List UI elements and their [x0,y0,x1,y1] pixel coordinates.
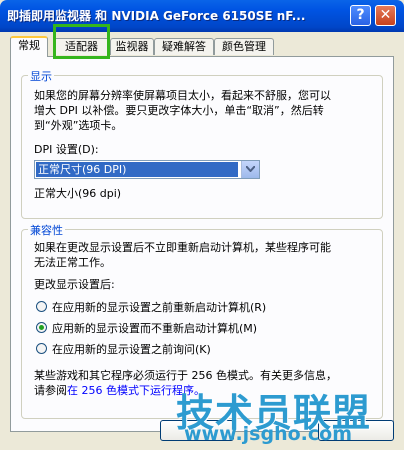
display-group: 显示 如果您的屏幕分辨率使屏幕项目太小，看起来不舒服，您可以 增大 DPI 以补… [21,68,383,219]
note-prefix: 请参阅 [34,384,67,397]
dpi-label: DPI 设置(D): [34,143,99,156]
help-button[interactable]: ? [350,5,371,26]
compat-desc-line1: 如果在更改显示设置后不立即重新启动计算机，某些程序可能 [34,241,331,254]
compatibility-legend: 兼容性 [28,222,65,238]
tab-color-management[interactable]: 颜色管理 [214,38,274,55]
chevron-down-icon [246,166,255,172]
dpi-selected-value: 正常尺寸(96 DPI) [36,162,238,177]
display-desc-line1: 如果您的屏幕分辨率使屏幕项目太小，看起来不舒服，您可以 [34,89,331,102]
close-button[interactable]: ✕ [375,5,396,26]
display-desc-line3: 到“外观”选项卡。 [34,119,123,132]
dropdown-arrow-button[interactable] [241,161,259,178]
radio-button-checked[interactable] [36,322,47,333]
radio-button[interactable] [36,343,47,354]
note-line1: 某些游戏和其它程序必须运行于 256 色模式。有关更多信息， [34,369,337,382]
window-title: 即插即用监视器 和 NVIDIA GeForce 6150SE nF... [7,9,306,23]
tab-panel: 显示 如果您的屏幕分辨率使屏幕项目太小，看起来不舒服，您可以 增大 DPI 以补… [10,56,394,432]
watermark-url: www.jsgho.com [184,423,352,445]
radio-label: 在应用新的显示设置之前重新启动计算机(R) [52,301,267,314]
dpi-caption: 正常大小(96 dpi) [34,187,122,200]
tab-troubleshoot[interactable]: 疑难解答 [154,38,214,55]
radio-label: 在应用新的显示设置之前询问(K) [52,343,211,356]
radio-button[interactable] [36,301,47,312]
compat-desc-line2: 无法正常工作。 [34,256,111,269]
after-change-label: 更改显示设置后: [34,278,115,291]
display-desc-line2: 增大 DPI 以补偿。要只更改字体大小，单击“取消”，然后转 [34,104,324,117]
dpi-dropdown[interactable]: 正常尺寸(96 DPI) [34,160,260,179]
radio-label: 应用新的显示设置而不重新启动计算机(M) [52,322,258,335]
display-legend: 显示 [28,68,54,84]
adapter-tab-highlight [53,24,110,59]
tab-monitor[interactable]: 监视器 [110,38,154,55]
tab-general[interactable]: 常规 [10,36,48,57]
